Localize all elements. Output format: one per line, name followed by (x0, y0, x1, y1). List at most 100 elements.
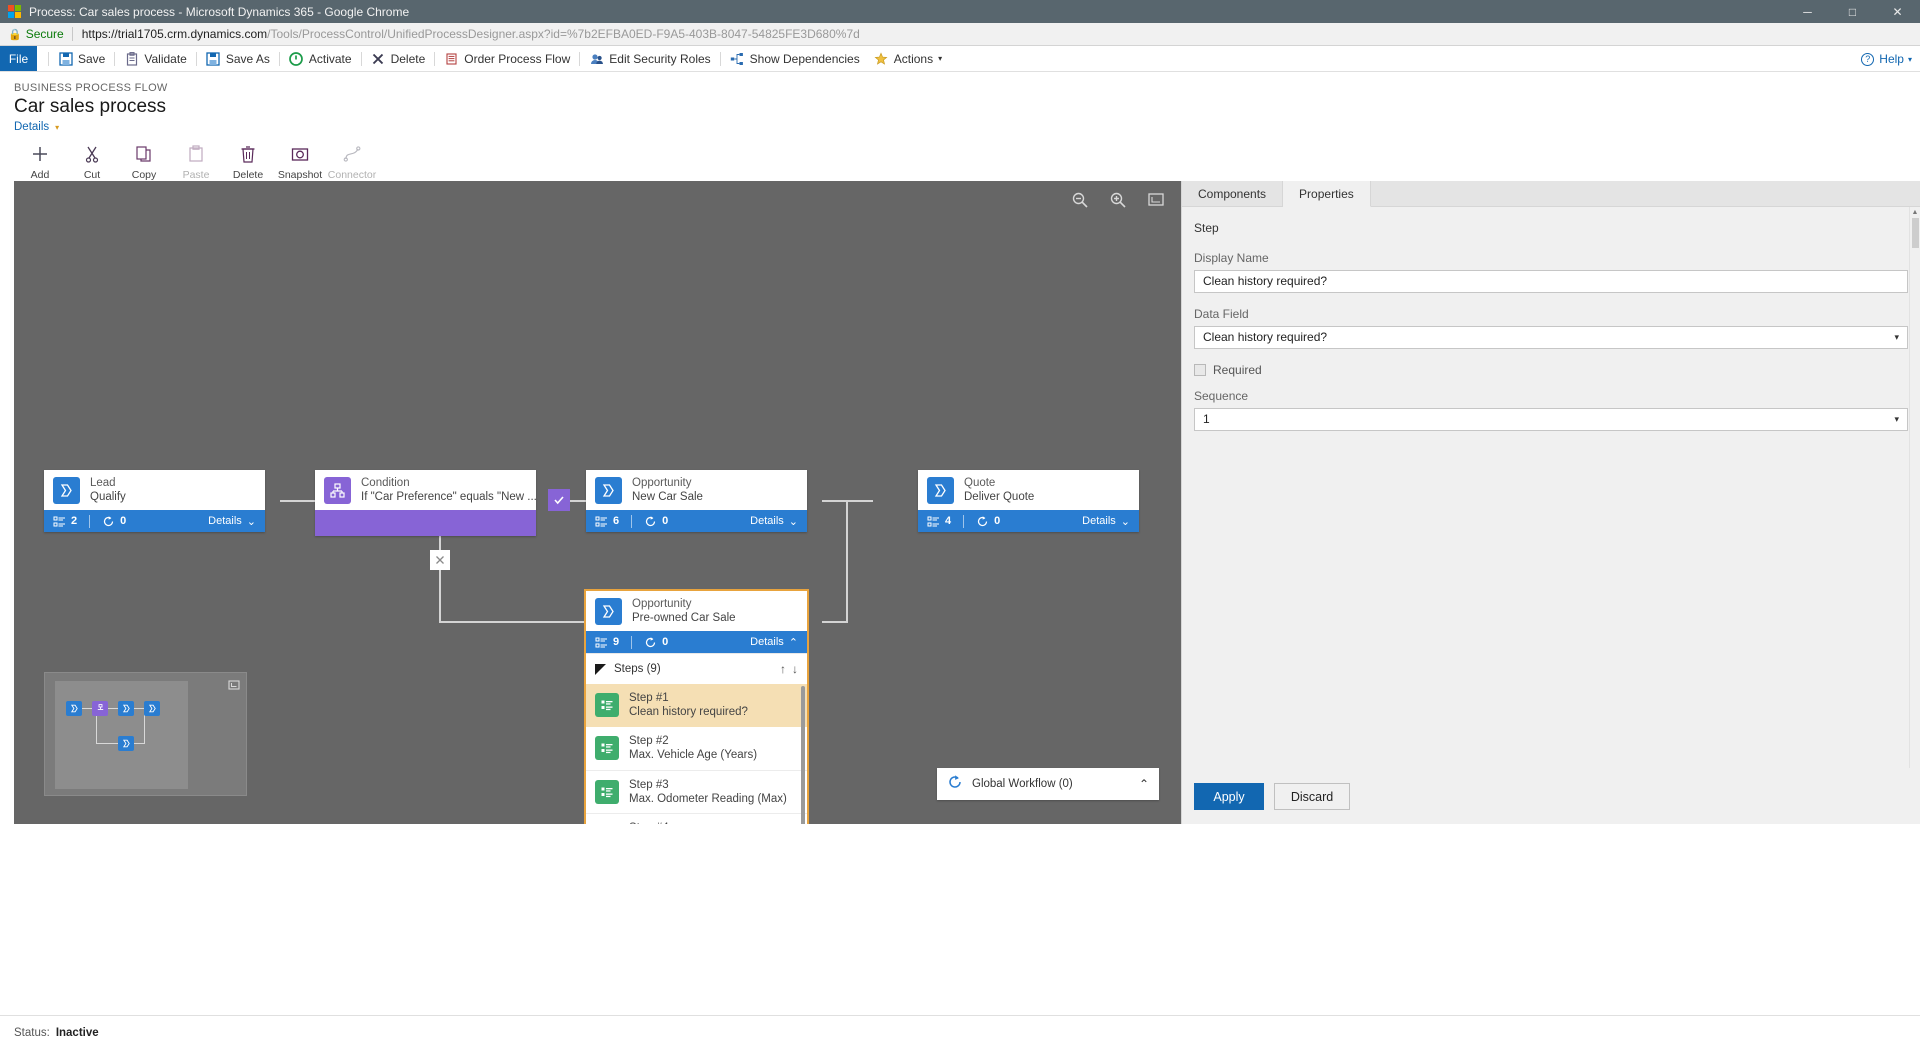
global-workflow-label: Global Workflow (0) (972, 778, 1073, 790)
list-item[interactable]: Step #3 Max. Odometer Reading (Max) (586, 771, 807, 815)
save-as-label: Save As (225, 51, 270, 66)
stage-details-toggle[interactable]: Details ⌄ (208, 515, 256, 528)
actions-icon (874, 51, 889, 66)
properties-scrollbar[interactable]: ▲ (1909, 207, 1920, 768)
scroll-up-icon[interactable]: ▲ (1910, 207, 1920, 218)
sequence-label: Sequence (1194, 389, 1249, 403)
required-checkbox[interactable] (1194, 364, 1206, 376)
activate-button[interactable]: Activate (282, 46, 359, 72)
chevron-up-icon[interactable]: ⌃ (1139, 777, 1149, 791)
list-item[interactable]: Step #4 Max. Number of previous ow... (586, 814, 807, 824)
data-field-value: Clean history required? (1203, 330, 1328, 344)
condition-yes-branch-marker[interactable] (548, 489, 570, 511)
validate-button[interactable]: Validate (117, 46, 193, 72)
expand-minimap-icon[interactable] (228, 678, 240, 696)
condition-icon (324, 476, 351, 504)
condition-header: Condition If "Car Preference" equals "Ne… (315, 470, 537, 510)
minimap-viewport[interactable] (55, 681, 188, 789)
edit-security-roles-button[interactable]: Edit Security Roles (582, 46, 717, 72)
zoom-out-icon[interactable] (1069, 189, 1091, 211)
process-designer-canvas[interactable]: Lead Qualify 2 0 Details ⌄ Condition If … (14, 181, 1181, 824)
global-workflow-bar[interactable]: Global Workflow (0) ⌃ (937, 768, 1159, 800)
stage-card-quote[interactable]: Quote Deliver Quote 4 0 Details ⌄ (918, 470, 1139, 532)
show-dependencies-button[interactable]: Show Dependencies (723, 46, 867, 72)
stage-text: Lead Qualify (90, 476, 126, 505)
stage-card-condition[interactable]: Condition If "Car Preference" equals "Ne… (315, 470, 537, 536)
status-label: Status: (14, 1027, 50, 1039)
steps-count: 6 (595, 515, 619, 528)
data-field-label: Data Field (1194, 307, 1249, 321)
toolbar-copy[interactable]: Copy (118, 139, 170, 181)
help-button[interactable]: ? Help ▾ (1861, 46, 1912, 72)
stage-details-toggle[interactable]: Details ⌄ (750, 515, 798, 528)
maximize-button[interactable]: □ (1830, 0, 1875, 23)
fit-to-screen-icon[interactable] (1145, 189, 1167, 211)
arrow-down-icon[interactable]: ↓ (792, 662, 798, 676)
secure-label: Secure (25, 27, 64, 41)
minimap-node-quote (144, 701, 160, 716)
command-separator (114, 51, 116, 66)
arrow-up-icon[interactable]: ↑ (780, 662, 786, 676)
data-field-select[interactable]: Clean history required? ▾ (1194, 326, 1908, 349)
condition-no-branch-marker[interactable] (430, 550, 450, 570)
stage-header: Opportunity Pre-owned Car Sale (586, 591, 807, 631)
steps-scrollbar[interactable] (801, 686, 805, 824)
zoom-in-icon[interactable] (1107, 189, 1129, 211)
lock-icon: 🔒 (8, 28, 22, 41)
stage-entity: Opportunity (632, 597, 692, 610)
stage-details-toggle[interactable]: Details ⌄ (1082, 515, 1130, 528)
stage-card-opportunity-new[interactable]: Opportunity New Car Sale 6 0 Details ⌄ (586, 470, 807, 532)
toolbar-add[interactable]: Add (14, 139, 66, 181)
delete-button[interactable]: Delete (364, 46, 433, 72)
save-button[interactable]: Save (51, 46, 112, 72)
list-item[interactable]: Step #1 Clean history required? (586, 684, 807, 727)
canvas-minimap[interactable] (44, 672, 247, 796)
windows-logo-icon (8, 5, 21, 18)
discard-button[interactable]: Discard (1274, 783, 1350, 810)
actions-button[interactable]: Actions ▾ (867, 46, 949, 72)
toolbar-snapshot[interactable]: Snapshot (274, 139, 326, 181)
toolbar-cut[interactable]: Cut (66, 139, 118, 181)
order-process-flow-button[interactable]: Order Process Flow (437, 46, 577, 72)
chevron-down-icon: ⌄ (788, 515, 798, 528)
steps-count: 2 (53, 515, 77, 528)
save-as-button[interactable]: Save As (199, 46, 277, 72)
trash-icon (238, 143, 258, 165)
properties-section-title: Step (1194, 221, 1219, 235)
toolbar-delete[interactable]: Delete (222, 139, 274, 181)
tab-properties[interactable]: Properties (1283, 181, 1371, 207)
details-toggle[interactable]: Details ▾ (14, 121, 1920, 133)
stage-header: Quote Deliver Quote (918, 470, 1139, 510)
stage-card-lead[interactable]: Lead Qualify 2 0 Details ⌄ (44, 470, 265, 532)
condition-entity: Condition (361, 476, 410, 489)
url-host: https://trial1705.crm.dynamics.com (81, 27, 268, 41)
toolbar-snapshot-label: Snapshot (277, 169, 323, 181)
scrollbar-thumb[interactable] (1912, 218, 1919, 248)
command-separator (579, 51, 581, 66)
toolbar-paste[interactable]: Paste (170, 139, 222, 181)
toolbar-connector[interactable]: Connector (326, 139, 378, 181)
sequence-select[interactable]: 1 ▾ (1194, 408, 1908, 431)
tab-components[interactable]: Components (1182, 181, 1284, 207)
help-icon: ? (1861, 52, 1875, 66)
steps-count-value: 2 (71, 515, 78, 527)
minimize-button[interactable]: ─ (1785, 0, 1830, 23)
browser-address-bar[interactable]: 🔒 Secure https://trial1705.crm.dynamics.… (0, 23, 1920, 46)
apply-button[interactable]: Apply (1194, 783, 1264, 810)
stage-details-toggle[interactable]: Details ⌃ (750, 636, 798, 649)
display-name-input[interactable]: Clean history required? (1194, 270, 1908, 293)
required-checkbox-row[interactable]: Required (1194, 363, 1908, 377)
stage-icon (595, 597, 622, 625)
chevron-down-icon: ▾ (1894, 332, 1899, 342)
stage-name: Qualify (90, 491, 126, 503)
steps-list[interactable]: Step #1 Clean history required? Step #2 … (586, 684, 807, 824)
stage-header: Opportunity New Car Sale (586, 470, 807, 510)
toolbar-cut-label: Cut (83, 169, 101, 181)
list-item[interactable]: Step #2 Max. Vehicle Age (Years) (586, 727, 807, 771)
collapse-triangle-icon[interactable] (595, 663, 606, 675)
file-button[interactable]: File (0, 46, 37, 71)
stage-card-opportunity-preowned[interactable]: Opportunity Pre-owned Car Sale 9 0 Detai… (584, 589, 809, 824)
properties-panel: Components Properties Step Display Name … (1181, 181, 1920, 824)
command-separator (360, 51, 362, 66)
close-button[interactable]: ✕ (1875, 0, 1920, 23)
